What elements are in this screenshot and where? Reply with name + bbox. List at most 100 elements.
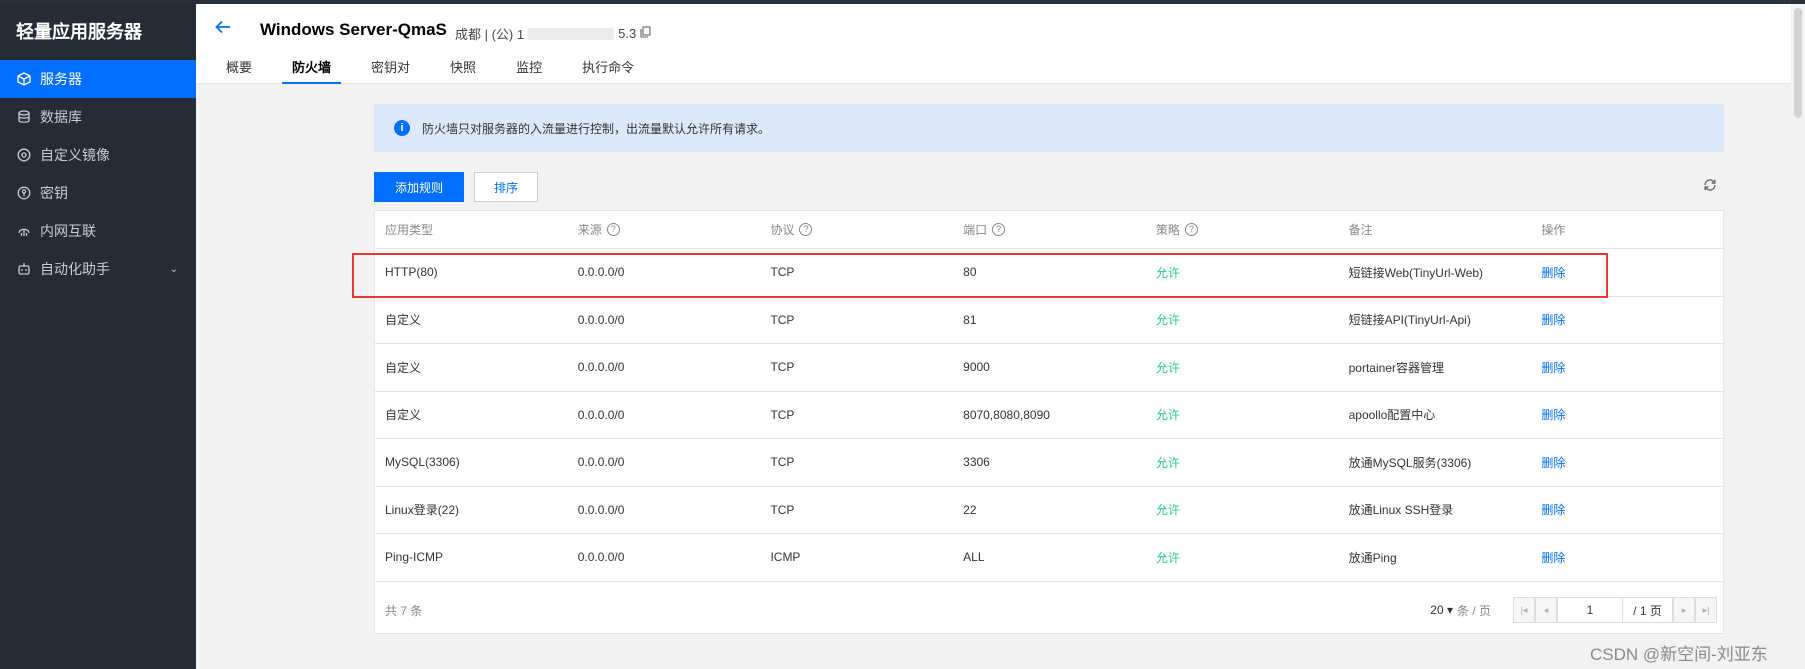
total-count: 共 7 条 [385,603,423,618]
tab-snapshot[interactable]: 快照 [450,58,476,84]
firewall-rules-table: 应用类型 来源? 协议? 端口? 策略? 备注 操作 HTTP(80) 0.0.… [374,210,1724,634]
cell-port: 81 [963,312,977,327]
disc-icon [16,147,32,163]
cell-remark: 放通MySQL服务(3306) [1348,455,1472,470]
cell-protocol: TCP [770,265,795,280]
sidebar-brand: 轻量应用服务器 [16,22,142,42]
table-row: HTTP(80) 0.0.0.0/0 TCP 80 允许 短链接Web(Tiny… [375,249,1723,297]
firewall-notice: i 防火墙只对服务器的入流量进行控制，出流量默认允许所有请求。 [374,104,1724,152]
back-arrow-icon[interactable] [214,18,234,38]
cell-remark: 短链接API(TinyUrl-Api) [1348,313,1471,328]
sidebar-item-key[interactable]: 密钥 [0,174,196,212]
refresh-icon[interactable] [1702,177,1722,197]
cell-remark: apoollo配置中心 [1348,408,1436,423]
delete-link[interactable]: 删除 [1531,549,1723,566]
region-suffix: 5.3 [618,26,637,41]
cell-protocol: TCP [770,360,795,375]
sidebar-item-automation[interactable]: 自动化助手 ⌄ [0,250,196,288]
sidebar-item-custom-image[interactable]: 自定义镜像 [0,136,196,174]
table-row: 自定义 0.0.0.0/0 TCP 9000 允许 portainer容器管理 … [375,344,1723,392]
sidebar-item-database[interactable]: 数据库 [0,98,196,136]
page-size-select[interactable]: 20 ▾ [1430,603,1453,617]
cell-source: 0.0.0.0/0 [577,550,625,565]
cell-policy: 允许 [1155,408,1180,423]
copy-icon[interactable] [640,26,651,41]
page-number-input[interactable] [1557,597,1623,623]
chevron-down-icon[interactable]: ⌄ [170,264,178,275]
sidebar-item-label: 服务器 [40,71,82,87]
cell-app-type: Linux登录(22) [385,503,460,518]
cell-remark: 短链接Web(TinyUrl-Web) [1348,265,1484,280]
delete-link[interactable]: 删除 [1531,454,1723,471]
scrollbar-thumb[interactable] [1794,8,1802,118]
cell-remark: portainer容器管理 [1348,360,1444,375]
cell-source: 0.0.0.0/0 [577,502,625,517]
cell-port: 8070,8080,8090 [963,407,1050,422]
cell-port: ALL [963,550,985,565]
cell-app-type: 自定义 [385,360,422,375]
cell-policy: 允许 [1155,313,1180,328]
next-page-icon[interactable]: ▸ [1673,597,1695,623]
sidebar-item-label: 自动化助手 [40,261,110,277]
help-icon[interactable]: ? [992,223,1006,236]
cell-app-type: 自定义 [385,408,422,423]
sidebar-item-label: 密钥 [40,185,68,201]
link-icon [16,223,32,239]
col-policy: 策略? [1146,221,1339,238]
cell-source: 0.0.0.0/0 [577,312,625,327]
first-page-icon[interactable]: |◂ [1513,597,1535,623]
watermark: CSDN @新空间-刘亚东 [1590,645,1768,664]
instance-region: 成都 | (公) 1 5.3 [455,24,651,43]
cell-protocol: TCP [770,407,795,422]
sidebar-item-label: 数据库 [40,109,82,125]
total-pages: / 1 页 [1623,597,1673,623]
cell-policy: 允许 [1155,503,1180,518]
cell-source: 0.0.0.0/0 [577,407,625,422]
col-app-type: 应用类型 [385,223,434,237]
page-scrollbar[interactable] [1791,4,1805,669]
col-remark: 备注 [1348,223,1373,237]
tab-run-command[interactable]: 执行命令 [582,58,634,84]
delete-link[interactable]: 删除 [1531,359,1723,376]
cell-protocol: TCP [770,455,795,470]
cell-source: 0.0.0.0/0 [577,265,625,280]
last-page-icon[interactable]: ▸| [1695,597,1717,623]
masked-ip [528,27,615,40]
col-port: 端口? [953,221,1146,238]
tab-monitor[interactable]: 监控 [516,58,542,84]
add-rule-button[interactable]: 添加规则 [374,172,464,202]
cell-port: 80 [963,265,977,280]
page-size-unit: 条 / 页 [1456,603,1491,618]
tab-firewall[interactable]: 防火墙 [282,58,342,84]
sidebar-item-label: 内网互联 [40,223,96,239]
cell-policy: 允许 [1155,360,1180,375]
tab-overview[interactable]: 概要 [226,58,252,84]
sidebar-item-server[interactable]: 服务器 [0,60,196,98]
table-row: Linux登录(22) 0.0.0.0/0 TCP 22 允许 放通Linux … [375,487,1723,534]
delete-link[interactable]: 删除 [1531,264,1723,281]
cell-remark: 放通Ping [1348,550,1397,565]
prev-page-icon[interactable]: ◂ [1535,597,1557,623]
help-icon[interactable]: ? [1184,223,1198,236]
tab-bar: 概要 防火墙 密钥对 快照 监控 执行命令 [226,58,674,84]
cell-app-type: MySQL(3306) [385,455,460,470]
sort-button[interactable]: 排序 [474,172,538,202]
cell-protocol: ICMP [770,550,801,565]
cell-protocol: TCP [770,502,795,517]
cube-icon [16,71,32,87]
delete-link[interactable]: 删除 [1531,311,1723,328]
cell-policy: 允许 [1155,265,1180,280]
cell-app-type: 自定义 [385,313,422,328]
sidebar-item-interconnect[interactable]: 内网互联 [0,212,196,250]
tab-keypair[interactable]: 密钥对 [371,58,410,84]
delete-link[interactable]: 删除 [1531,406,1723,423]
help-icon[interactable]: ? [799,223,813,236]
delete-link[interactable]: 删除 [1531,501,1723,518]
cell-port: 22 [963,502,977,517]
help-icon[interactable]: ? [606,223,620,236]
cell-source: 0.0.0.0/0 [577,360,625,375]
region-prefix: 成都 | (公) 1 [455,27,525,42]
pagination: 20 ▾ 条 / 页 |◂ ◂ / 1 页 ▸ ▸| [1430,597,1717,623]
cell-policy: 允许 [1155,455,1180,470]
table-row: Ping-ICMP 0.0.0.0/0 ICMP ALL 允许 放通Ping 删… [375,534,1723,582]
